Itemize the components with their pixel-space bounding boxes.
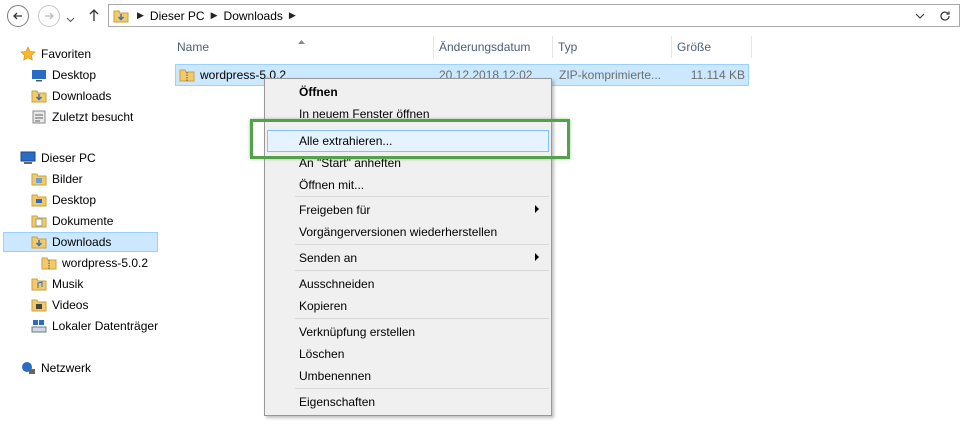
file-size: 11.114 KB [690, 68, 745, 82]
menu-item-label: Senden an [299, 251, 358, 265]
menu-separator [295, 244, 549, 245]
chevron-down-icon[interactable] [915, 13, 925, 19]
downloads-folder-icon [31, 236, 47, 249]
drive-icon [31, 320, 47, 333]
sidebar-item-desktop-pc[interactable]: Desktop [31, 190, 96, 210]
arrow-up-icon [89, 9, 99, 21]
file-type: ZIP-komprimierte... [559, 68, 662, 82]
recent-locations-dropdown[interactable] [66, 12, 75, 26]
pictures-folder-icon [31, 173, 47, 186]
desktop-icon [32, 70, 46, 82]
sidebar-label: Dokumente [52, 214, 114, 228]
sidebar-item-pictures[interactable]: Bilder [31, 169, 83, 189]
sidebar-label: Zuletzt besucht [52, 110, 134, 124]
sidebar-item-wordpress[interactable]: wordpress-5.0.2 [41, 253, 148, 273]
sidebar-label: Desktop [52, 68, 97, 82]
menu-item-cut[interactable]: Ausschneiden [267, 273, 549, 295]
downloads-folder-icon [113, 10, 129, 22]
sidebar-label: Lokaler Datenträger [52, 319, 159, 333]
column-header-date[interactable]: Änderungsdatum [434, 36, 553, 58]
arrow-left-icon [13, 12, 22, 20]
back-button[interactable] [7, 5, 29, 27]
submenu-arrow-icon [535, 205, 539, 213]
sidebar-item-videos[interactable]: Videos [31, 295, 88, 315]
sidebar-item-recent[interactable]: Zuletzt besucht [31, 107, 133, 127]
column-header-type[interactable]: Typ [553, 36, 672, 58]
menu-item-delete[interactable]: Löschen [267, 343, 549, 365]
breadcrumb-separator: ▶ [137, 10, 144, 20]
address-bar[interactable]: ▶ Dieser PC ▶ Downloads ▶ [108, 4, 960, 27]
computer-icon [20, 151, 36, 164]
arrow-right-icon [45, 12, 54, 20]
menu-separator [295, 318, 549, 319]
menu-item-share[interactable]: Freigeben für [267, 199, 549, 221]
sidebar-item-local-disk[interactable]: Lokaler Datenträger [31, 316, 158, 336]
menu-separator [295, 196, 549, 197]
network-icon [22, 362, 35, 374]
menu-item-properties[interactable]: Eigenschaften [267, 391, 549, 413]
sidebar-label: Downloads [52, 89, 112, 103]
sidebar-label: Netzwerk [41, 361, 92, 375]
sidebar-label: wordpress-5.0.2 [62, 256, 149, 270]
menu-item-copy[interactable]: Kopieren [267, 295, 549, 317]
sidebar-label: Dieser PC [41, 151, 96, 165]
music-folder-icon [31, 278, 47, 291]
sidebar-item-desktop[interactable]: Desktop [31, 65, 96, 85]
highlight-annotation [250, 119, 570, 159]
sidebar-label: Downloads [52, 235, 112, 249]
sidebar-item-music[interactable]: Musik [31, 274, 83, 294]
menu-separator [295, 270, 549, 271]
menu-item-open[interactable]: Öffnen [267, 81, 549, 103]
zip-folder-icon [179, 69, 195, 82]
menu-item-send-to[interactable]: Senden an [267, 247, 549, 269]
sidebar-item-downloads-pc[interactable]: Downloads [3, 232, 158, 252]
column-header-name[interactable]: Name [172, 36, 434, 58]
menu-item-open-with[interactable]: Öffnen mit... [267, 174, 549, 196]
breadcrumb-separator: ▶ [210, 10, 218, 20]
sidebar-item-downloads[interactable]: Downloads [31, 86, 111, 106]
up-button[interactable] [87, 7, 101, 26]
videos-folder-icon [31, 299, 47, 312]
menu-item-restore-versions[interactable]: Vorgängerversionen wiederherstellen [267, 221, 549, 243]
documents-folder-icon [31, 215, 47, 228]
sidebar-label: Musik [52, 277, 84, 291]
chevron-down-icon [66, 17, 75, 23]
refresh-icon[interactable] [939, 10, 951, 22]
sidebar-label: Videos [52, 298, 89, 312]
breadcrumb-downloads[interactable]: Downloads [224, 9, 283, 23]
sidebar-group-favorites[interactable]: Favoriten [20, 44, 91, 64]
menu-item-create-shortcut[interactable]: Verknüpfung erstellen [267, 321, 549, 343]
sidebar-group-this-pc[interactable]: Dieser PC [20, 148, 96, 168]
submenu-arrow-icon [535, 253, 539, 261]
breadcrumb-this-pc[interactable]: Dieser PC [150, 9, 205, 23]
menu-separator [295, 388, 549, 389]
zip-folder-icon [41, 257, 57, 270]
sidebar-item-documents[interactable]: Dokumente [31, 211, 113, 231]
sidebar-group-network[interactable]: Netzwerk [20, 358, 91, 378]
breadcrumb-separator: ▶ [288, 10, 296, 20]
recent-places-icon [32, 110, 46, 124]
menu-item-label: Freigeben für [299, 203, 371, 217]
star-icon [20, 46, 36, 61]
sidebar-label: Favoriten [41, 47, 92, 61]
column-header-size[interactable]: Größe [672, 36, 752, 58]
forward-button[interactable] [38, 5, 60, 27]
menu-item-rename[interactable]: Umbenennen [267, 365, 549, 387]
downloads-folder-icon [31, 90, 47, 103]
sidebar-label: Desktop [52, 193, 97, 207]
desktop-folder-icon [31, 194, 47, 207]
sidebar-label: Bilder [52, 172, 83, 186]
